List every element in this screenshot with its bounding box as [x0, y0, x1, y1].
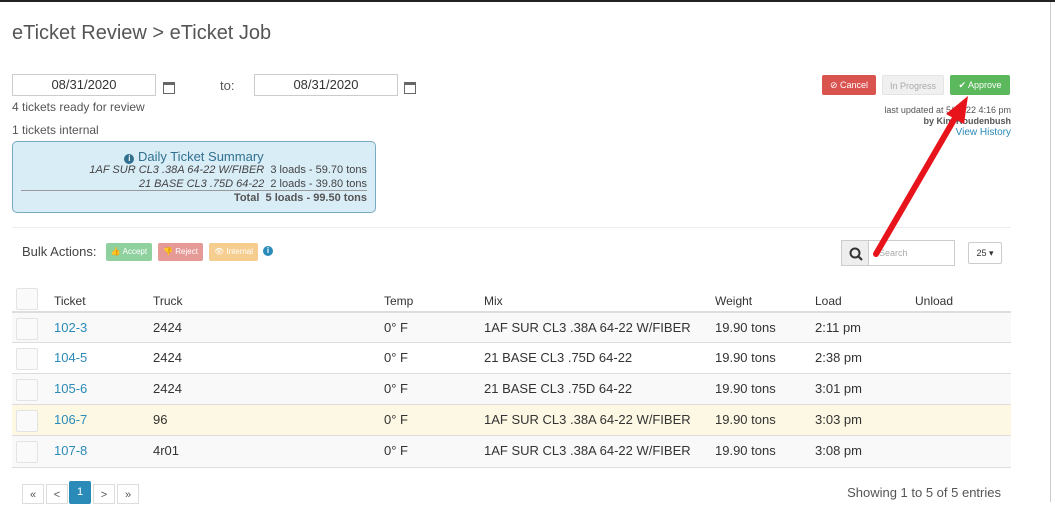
annotation-arrow	[873, 96, 968, 257]
